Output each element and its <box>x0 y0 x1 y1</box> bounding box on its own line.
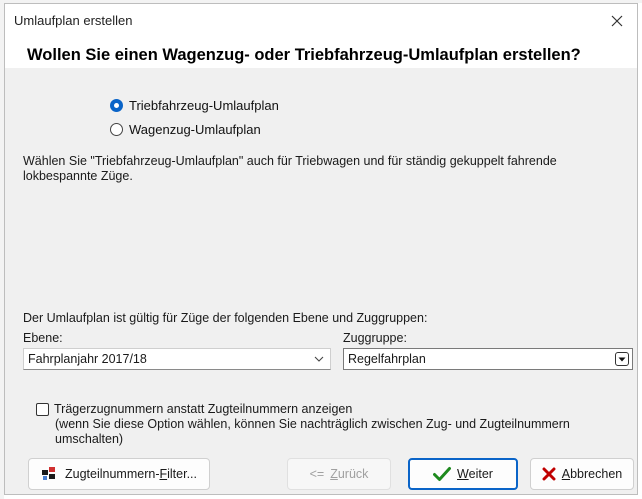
zugteilnummern-filter-button[interactable]: Zugteilnummern-Filter... <box>28 458 210 490</box>
back-button[interactable]: <= Zurück <box>287 458 391 490</box>
header-panel: Wollen Sie einen Wagenzug- oder Triebfah… <box>5 38 637 68</box>
ebene-combobox[interactable]: Fahrplanjahr 2017/18 <box>23 348 331 370</box>
cancel-button[interactable]: Abbrechen <box>530 458 634 490</box>
zuggruppe-select[interactable]: Regelfahrplan <box>343 348 633 370</box>
ebene-label: Ebene: <box>23 331 63 345</box>
next-button[interactable]: Weiter <box>408 458 518 490</box>
radio-option-wagenzug[interactable]: Wagenzug-Umlaufplan <box>110 122 261 137</box>
chevron-down-icon[interactable] <box>308 356 330 362</box>
back-button-label: Zurück <box>330 467 369 481</box>
zuggruppe-value: Regelfahrplan <box>348 352 426 366</box>
traegerzug-label[interactable]: Trägerzugnummern anstatt Zugteilnummern … <box>54 402 352 417</box>
close-icon <box>611 15 623 27</box>
dialog-window: Umlaufplan erstellen Wollen Sie einen Wa… <box>4 3 638 495</box>
checkmark-icon <box>433 466 452 482</box>
radio-label-wagenzug: Wagenzug-Umlaufplan <box>129 122 261 137</box>
title-bar: Umlaufplan erstellen <box>5 4 637 38</box>
page-title: Wollen Sie einen Wagenzug- oder Triebfah… <box>27 46 581 64</box>
back-arrow-icon: <= <box>309 467 325 481</box>
traegerzug-checkbox[interactable] <box>36 403 49 416</box>
zuggruppe-label: Zuggruppe: <box>343 331 407 345</box>
close-button[interactable] <box>597 4 637 38</box>
window-title: Umlaufplan erstellen <box>14 13 133 28</box>
hint-text-line-1: Wählen Sie "Triebfahrzeug-Umlaufplan" au… <box>23 154 557 168</box>
dropdown-arrow-icon[interactable] <box>615 352 629 366</box>
ebene-value: Fahrplanjahr 2017/18 <box>28 352 147 366</box>
cancel-x-icon <box>542 467 556 481</box>
cancel-button-label: Abbrechen <box>561 467 623 481</box>
radio-label-triebfahrzeug: Triebfahrzeug-Umlaufplan <box>129 98 279 113</box>
radio-option-triebfahrzeug[interactable]: Triebfahrzeug-Umlaufplan <box>110 98 279 113</box>
traegerzug-note-line-2: umschalten) <box>55 432 124 446</box>
next-button-label: Weiter <box>457 467 493 481</box>
filter-icon <box>41 466 59 482</box>
filter-button-label: Zugteilnummern-Filter... <box>65 467 197 481</box>
scope-description: Der Umlaufplan ist gültig für Züge der f… <box>23 311 428 325</box>
traegerzug-note-line-1: (wenn Sie diese Option wählen, können Si… <box>55 417 570 431</box>
radio-selected-icon[interactable] <box>110 99 123 112</box>
hint-text-line-2: lokbespannte Züge. <box>23 169 133 183</box>
radio-unselected-icon[interactable] <box>110 123 123 136</box>
